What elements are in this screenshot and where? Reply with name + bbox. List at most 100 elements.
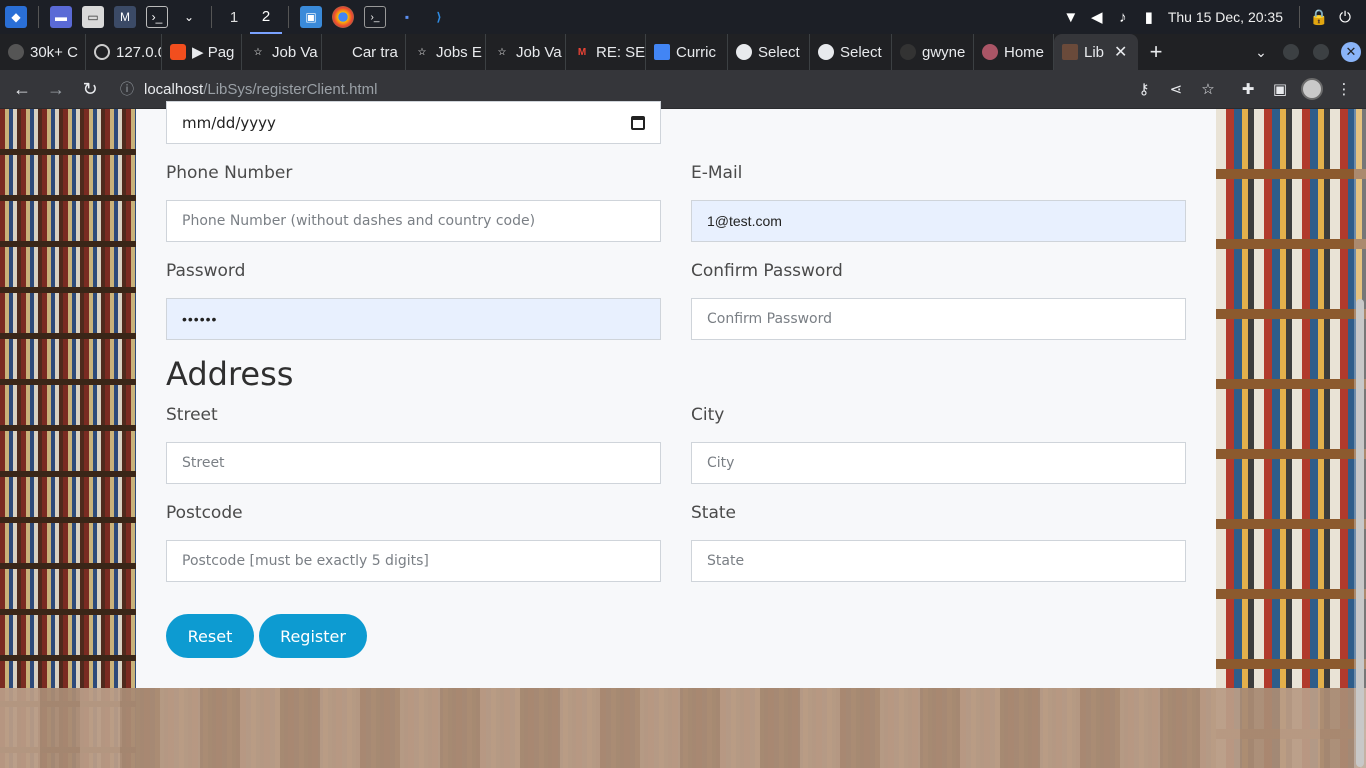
app-window-icon[interactable]: ▣ xyxy=(300,6,322,28)
close-tab-icon[interactable]: ✕ xyxy=(1114,42,1127,62)
minimize-button[interactable] xyxy=(1276,34,1306,70)
browser-tab[interactable]: ▶ Pag xyxy=(162,34,242,70)
page-scrollbar[interactable] xyxy=(1354,109,1366,768)
tab-label: RE: SE xyxy=(596,43,646,61)
file-manager-icon[interactable]: ▭ xyxy=(82,6,104,28)
workspace-1[interactable]: 1 xyxy=(218,0,250,34)
postcode-input[interactable]: Postcode [must be exactly 5 digits] xyxy=(166,540,661,582)
power-icon[interactable]: ⏻ xyxy=(1332,0,1358,34)
menu-kebab-icon[interactable]: ⋮ xyxy=(1328,73,1360,105)
browser-tab-strip: 30k+ C 127.0.0 ▶ Pag ☆ Job Va Car tra ☆ … xyxy=(0,34,1366,70)
site-info-icon[interactable]: ⓘ xyxy=(120,79,134,99)
address-section-title: Address xyxy=(166,355,294,393)
battery-icon[interactable]: ▮ xyxy=(1136,0,1162,34)
confirm-password-input[interactable]: Confirm Password xyxy=(691,298,1186,340)
bookshelf-image-left xyxy=(0,109,136,768)
site-icon xyxy=(982,44,998,60)
tab-search-chevron-icon[interactable]: ⌄ xyxy=(1246,34,1276,70)
library-icon xyxy=(1062,44,1078,60)
browser-tab[interactable]: ☆ Jobs E xyxy=(406,34,486,70)
email-label: E-Mail xyxy=(691,163,743,183)
date-of-birth-input[interactable]: mm/dd/yyyy xyxy=(166,101,661,144)
browser-tab[interactable]: 127.0.0 xyxy=(86,34,162,70)
tab-label: ▶ Pag xyxy=(192,44,235,61)
globe-icon xyxy=(736,44,752,60)
url-path: /LibSys/registerClient.html xyxy=(203,80,378,98)
browser-tab[interactable]: M RE: SE xyxy=(566,34,646,70)
browser-tab[interactable]: Car tra xyxy=(322,34,406,70)
password-input[interactable]: •••••• xyxy=(166,298,661,340)
browser-tab[interactable]: gwyne xyxy=(892,34,974,70)
phone-label: Phone Number xyxy=(166,163,293,183)
forward-arrow-icon[interactable]: → xyxy=(40,73,72,105)
app-window-icon[interactable]: ▪ xyxy=(396,6,418,28)
docs-icon xyxy=(654,44,670,60)
terminal-window-icon[interactable]: ›_ xyxy=(364,6,386,28)
bell-icon[interactable]: ♪ xyxy=(1110,0,1136,34)
tab-label: 127.0.0 xyxy=(116,43,162,61)
scrollbar-thumb[interactable] xyxy=(1356,299,1364,767)
wifi-icon[interactable]: ▼ xyxy=(1058,0,1084,34)
url-host: localhost xyxy=(144,80,204,98)
profile-avatar[interactable] xyxy=(1296,73,1328,105)
date-placeholder: mm/dd/yyyy xyxy=(182,113,276,132)
side-panel-icon[interactable]: ▣ xyxy=(1264,73,1296,105)
lock-icon[interactable]: 🔒 xyxy=(1306,0,1332,34)
workspace-2[interactable]: 2 xyxy=(250,0,282,34)
state-label: State xyxy=(691,503,736,523)
bookshelf-image-right xyxy=(1216,109,1366,768)
terminal-icon[interactable]: ›_ xyxy=(146,6,168,28)
calendar-icon[interactable] xyxy=(631,115,645,130)
tab-label: Lib xyxy=(1084,43,1105,61)
figma-icon xyxy=(170,44,186,60)
browser-tab[interactable]: 30k+ C xyxy=(0,34,86,70)
browser-tab[interactable]: Curric xyxy=(646,34,728,70)
volume-icon[interactable]: ◀ xyxy=(1084,0,1110,34)
extensions-puzzle-icon[interactable]: ✚ xyxy=(1232,73,1264,105)
register-form-card: mm/dd/yyyy Phone Number Phone Number (wi… xyxy=(136,101,1216,688)
address-bar[interactable]: localhost/LibSys/registerClient.html xyxy=(144,81,377,98)
tab-label: Home xyxy=(1004,43,1045,61)
share-icon[interactable]: ⋖ xyxy=(1160,73,1192,105)
tab-label: Jobs E xyxy=(436,43,482,61)
star-icon: ☆ xyxy=(253,46,263,58)
taskbar-divider xyxy=(288,6,289,28)
back-arrow-icon[interactable]: ← xyxy=(6,73,38,105)
clock[interactable]: Thu 15 Dec, 20:35 xyxy=(1168,9,1283,25)
bookmark-star-icon[interactable]: ☆ xyxy=(1192,73,1224,105)
close-window-button[interactable]: ✕ xyxy=(1336,34,1366,70)
new-tab-button[interactable]: + xyxy=(1138,34,1174,70)
key-icon[interactable]: ⚷ xyxy=(1128,73,1160,105)
tab-label: gwyne xyxy=(922,43,966,61)
tab-label: Curric xyxy=(676,43,716,61)
reset-button[interactable]: Reset xyxy=(166,614,254,658)
password-label: Password xyxy=(166,261,246,281)
gmail-icon: M xyxy=(577,46,587,58)
postcode-label: Postcode xyxy=(166,503,243,523)
kali-menu-icon[interactable]: ◆ xyxy=(5,6,27,28)
desktop-icon[interactable]: ▬ xyxy=(50,6,72,28)
os-taskbar: ◆ ▬ ▭ M ›_ ⌄ 1 2 ▣ ›_ ▪ ⟩ ▼ ◀ ♪ ▮ Thu 15… xyxy=(0,0,1366,34)
phone-input[interactable]: Phone Number (without dashes and country… xyxy=(166,200,661,242)
email-input[interactable]: 1@test.com xyxy=(691,200,1186,242)
browser-tab[interactable]: ☆ Job Va xyxy=(486,34,566,70)
chevron-down-icon[interactable]: ⌄ xyxy=(178,6,200,28)
maximize-button[interactable] xyxy=(1306,34,1336,70)
star-icon: ☆ xyxy=(497,46,507,58)
globe-icon xyxy=(818,44,834,60)
reload-icon[interactable]: ↻ xyxy=(74,73,106,105)
browser-tab-active[interactable]: Lib ✕ xyxy=(1054,34,1138,70)
browser-tab[interactable]: Home xyxy=(974,34,1054,70)
browser-tab[interactable]: Select xyxy=(810,34,892,70)
browser-tab[interactable]: ☆ Job Va xyxy=(242,34,322,70)
vscode-icon[interactable]: ⟩ xyxy=(428,6,450,28)
chrome-icon[interactable] xyxy=(332,6,354,28)
street-input[interactable]: Street xyxy=(166,442,661,484)
browser-tab[interactable]: Select xyxy=(728,34,810,70)
state-input[interactable]: State xyxy=(691,540,1186,582)
metasploit-icon[interactable]: M xyxy=(114,6,136,28)
taskbar-divider xyxy=(211,6,212,28)
register-button[interactable]: Register xyxy=(259,614,367,658)
tab-label: Select xyxy=(840,43,882,61)
city-input[interactable]: City xyxy=(691,442,1186,484)
